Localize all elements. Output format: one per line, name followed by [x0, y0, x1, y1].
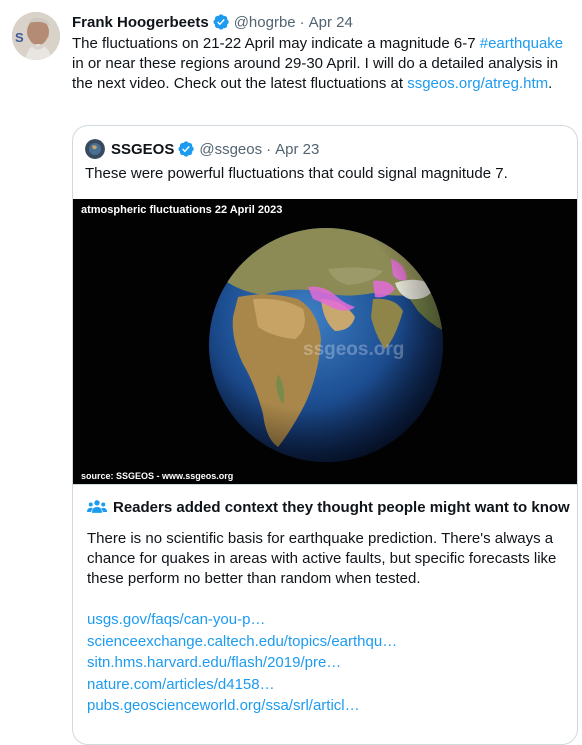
hashtag-link[interactable]: #earthquake [480, 35, 563, 52]
source-link-4[interactable]: nature.com/articles/d4158… [87, 674, 397, 696]
quoted-separator-dot: · [266, 140, 272, 158]
source-link-5[interactable]: pubs.geoscienceworld.org/ssa/srl/articl… [87, 695, 397, 717]
author-handle[interactable]: @hogrbe [234, 14, 296, 31]
quoted-handle[interactable]: @ssgeos [199, 141, 262, 158]
author-name[interactable]: Frank Hoogerbeets [72, 14, 209, 31]
community-note-body: There is no scientific basis for earthqu… [87, 530, 557, 587]
quoted-verified-badge-icon [178, 141, 195, 157]
community-note-links: usgs.gov/faqs/can-you-p… scienceexchange… [87, 609, 397, 717]
verified-badge-icon [213, 14, 229, 30]
community-note: Readers added context they thought peopl… [73, 484, 577, 744]
source-link-1[interactable]: usgs.gov/faqs/can-you-p… [87, 609, 397, 631]
author-avatar[interactable]: S [12, 12, 60, 60]
tweet-date[interactable]: Apr 24 [309, 14, 353, 31]
quoted-media-image[interactable]: atmospheric fluctuations 22 April 2023 s… [73, 199, 577, 484]
media-watermark: ssgeos.org [303, 339, 405, 360]
people-group-icon [87, 500, 107, 513]
tweet-text-part1: The fluctuations on 21-22 April may indi… [72, 35, 480, 52]
source-link-3[interactable]: sitn.hms.harvard.edu/flash/2019/pre… [87, 652, 397, 674]
svg-text:S: S [15, 30, 24, 45]
quoted-avatar[interactable] [85, 139, 105, 159]
community-note-heading: Readers added context they thought peopl… [113, 498, 570, 516]
quoted-header: SSGEOS @ssgeos · Apr 23 [85, 139, 319, 159]
tweet-text: The fluctuations on 21-22 April may indi… [72, 34, 572, 94]
tweet[interactable]: S Frank Hoogerbeets @hogrbe · Apr 24 The… [0, 0, 582, 745]
source-link-2[interactable]: scienceexchange.caltech.edu/topics/earth… [87, 631, 397, 653]
quoted-tweet[interactable]: SSGEOS @ssgeos · Apr 23 These were power… [72, 125, 578, 745]
quoted-avatar-globe [85, 139, 105, 159]
avatar-portrait: S [12, 12, 60, 60]
quoted-date[interactable]: Apr 23 [275, 141, 319, 158]
tweet-url-link[interactable]: ssgeos.org/atreg.htm [407, 75, 548, 92]
separator-dot: · [299, 13, 305, 31]
tweet-text-end: . [548, 75, 553, 92]
community-note-header: Readers added context they thought peopl… [87, 498, 570, 516]
quoted-author-name[interactable]: SSGEOS [111, 141, 174, 158]
quoted-text: These were powerful fluctuations that co… [85, 165, 508, 182]
media-source: source: SSGEOS - www.ssgeos.org [81, 471, 234, 481]
media-title: atmospheric fluctuations 22 April 2023 [81, 204, 283, 216]
tweet-header: Frank Hoogerbeets @hogrbe · Apr 24 [72, 12, 353, 32]
